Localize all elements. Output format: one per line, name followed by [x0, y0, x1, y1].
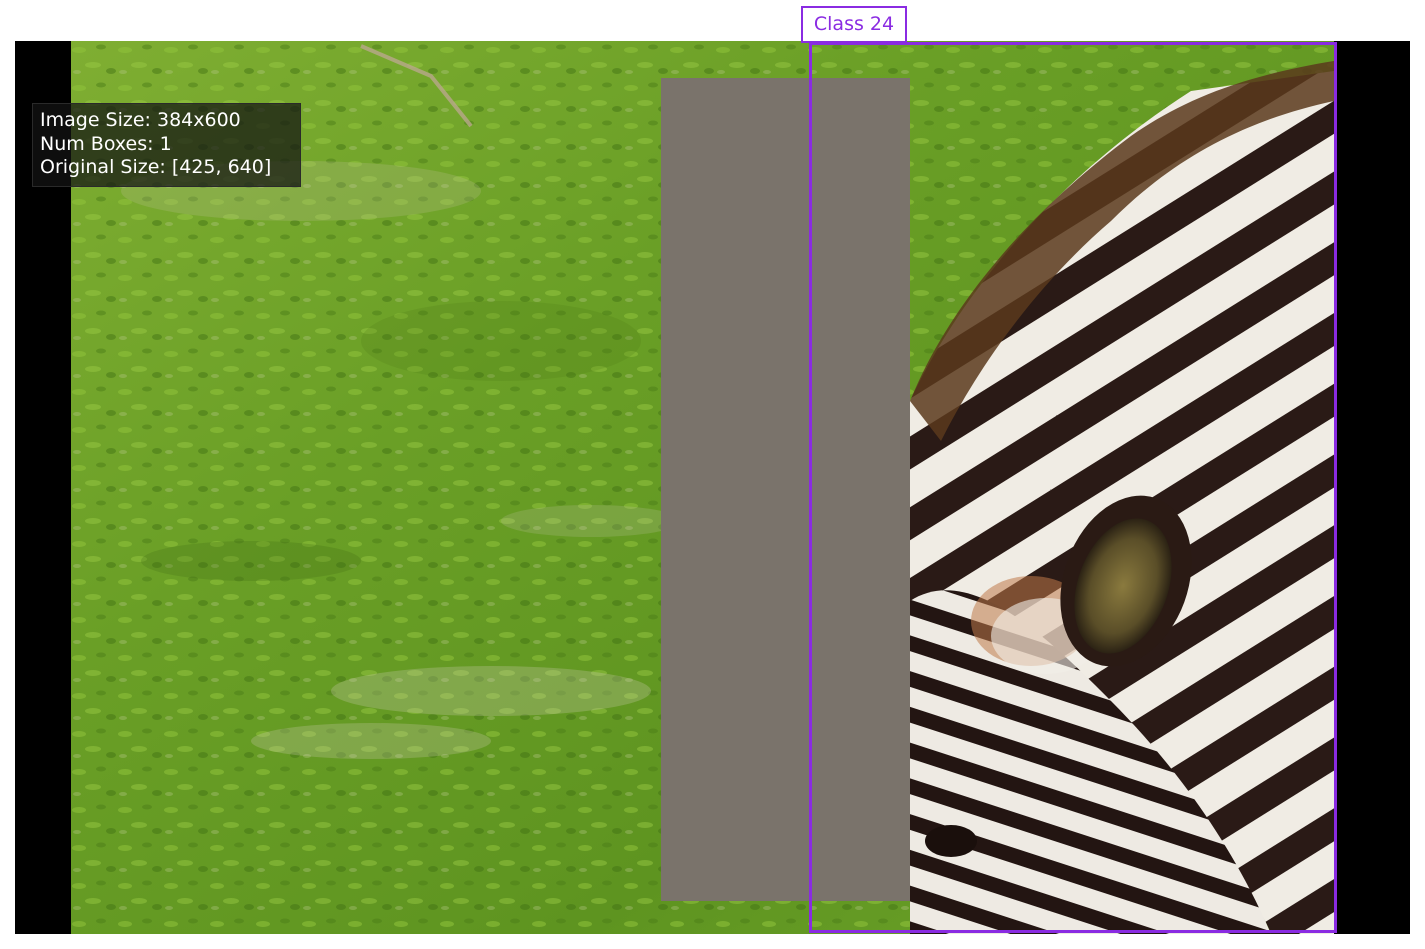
info-box: Image Size: 384x600 Num Boxes: 1 Origina…	[32, 103, 301, 187]
original-size-text: Original Size: [425, 640]	[40, 156, 272, 178]
image-size-text: Image Size: 384x600	[40, 109, 241, 131]
visualization-canvas: Image Size: 384x600 Num Boxes: 1 Origina…	[0, 0, 1425, 949]
bounding-box-label: Class 24	[801, 6, 907, 43]
bounding-box	[809, 42, 1337, 933]
num-boxes-text: Num Boxes: 1	[40, 132, 172, 155]
